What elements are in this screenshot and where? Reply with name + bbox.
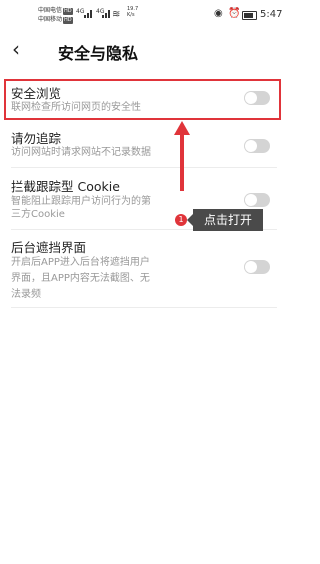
tooltip: 点击打开 (193, 209, 263, 231)
arrow-shaft (180, 133, 184, 191)
back-button[interactable]: ‹ (12, 38, 20, 60)
hd-badge: HD (63, 17, 73, 24)
background-mask-toggle[interactable] (244, 260, 270, 274)
divider (11, 307, 277, 308)
chevron-left-icon: ‹ (12, 37, 20, 61)
setting-subtitle: 法录频 (11, 289, 41, 300)
battery-icon (242, 11, 257, 20)
setting-subtitle: 访问网站时请求网站不记录数据 (11, 147, 151, 158)
signal-icon (84, 10, 94, 18)
highlight-box (4, 79, 281, 120)
setting-background-mask[interactable]: 后台遮挡界面 开启后APP进入后台将遮挡用户 界面，且APP内容无法截图、无 法… (0, 234, 288, 306)
setting-subtitle: 三方Cookie (11, 209, 65, 220)
block-cookie-toggle[interactable] (244, 193, 270, 207)
carrier-2-label: 中国移动 (38, 16, 63, 23)
setting-do-not-track[interactable]: 请勿追踪 访问网站时请求网站不记录数据 (0, 126, 288, 166)
step-badge: 1 (175, 214, 187, 226)
network-speed: 19.7 K/s (127, 6, 139, 18)
page-title: 安全与隐私 (58, 44, 139, 63)
setting-subtitle: 开启后APP进入后台将遮挡用户 (11, 257, 150, 268)
status-time: 5:47 (260, 9, 283, 20)
setting-subtitle: 界面，且APP内容无法截图、无 (11, 273, 150, 284)
setting-title: 拦截跟踪型 Cookie (11, 179, 120, 194)
setting-title: 后台遮挡界面 (11, 240, 87, 255)
hd-badge: HD (63, 8, 73, 15)
divider (11, 167, 277, 168)
carrier-1-label: 中国电信 (38, 7, 63, 14)
signal-icon (102, 10, 112, 18)
eye-comfort-icon: ◉ (214, 8, 223, 19)
status-bar: 中国电信 HD 中国移动 HD 4G 4G ≋ 19.7 K/s ◉ ⏰ 5:47 (0, 0, 288, 30)
setting-subtitle: 智能阻止跟踪用户访问行为的第 (11, 196, 151, 207)
wifi-icon: ≋ (112, 9, 121, 20)
setting-title: 请勿追踪 (11, 131, 62, 146)
alarm-icon: ⏰ (228, 8, 241, 19)
do-not-track-toggle[interactable] (244, 139, 270, 153)
